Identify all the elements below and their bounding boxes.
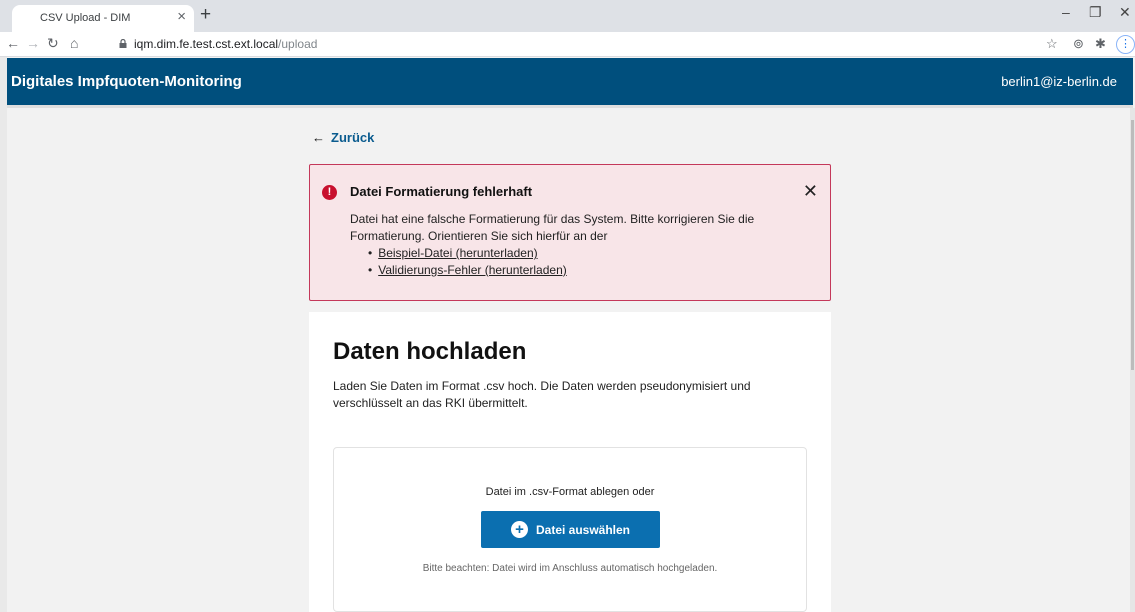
- list-item: Validierungs-Fehler (herunterladen): [368, 262, 790, 279]
- page-left-edge: [0, 57, 7, 612]
- browser-tab-strip: CSV Upload - DIM × + – ❐ ✕: [0, 0, 1135, 32]
- url-host: iqm.dim.fe.test.cst.ext.local: [134, 37, 279, 51]
- browser-menu-icon[interactable]: ⋮: [1116, 35, 1135, 54]
- tab-title: CSV Upload - DIM: [40, 12, 131, 24]
- extension-icon[interactable]: ⊚: [1073, 36, 1084, 52]
- address-bar: ← → ↻ ⌂ iqm.dim.fe.test.cst.ext.local/up…: [0, 32, 1135, 57]
- window-close-icon[interactable]: ✕: [1119, 4, 1131, 21]
- app-header: Digitales Impfquoten-Monitoring berlin1@…: [7, 58, 1133, 105]
- alert-body: Datei hat eine falsche Formatierung für …: [350, 211, 790, 279]
- select-file-label: Datei auswählen: [535, 522, 631, 537]
- arrow-left-icon: ←: [312, 130, 325, 145]
- browser-tab[interactable]: CSV Upload - DIM ×: [12, 5, 194, 32]
- new-tab-icon[interactable]: +: [200, 4, 211, 26]
- dropzone-text: Datei im .csv-Format ablegen oder: [485, 486, 655, 498]
- maximize-icon[interactable]: ❐: [1089, 4, 1102, 21]
- minimize-icon[interactable]: –: [1062, 4, 1070, 20]
- upload-description: Laden Sie Daten im Format .csv hoch. Die…: [333, 379, 751, 410]
- puzzle-extensions-icon[interactable]: ✱: [1095, 36, 1106, 52]
- file-dropzone[interactable]: Datei im .csv-Format ablegen oder + Date…: [333, 447, 807, 612]
- back-icon[interactable]: ←: [6, 35, 20, 51]
- back-link[interactable]: ← Zurück: [312, 130, 374, 145]
- error-alert: ! Datei Formatierung fehlerhaft ✕ Datei …: [309, 164, 831, 301]
- upload-card: Daten hochladen Laden Sie Daten im Forma…: [309, 312, 831, 612]
- header-shadow: [7, 105, 1133, 108]
- user-email[interactable]: berlin1@iz-berlin.de: [1001, 74, 1117, 89]
- example-file-download-link[interactable]: Beispiel-Datei (herunterladen): [378, 246, 537, 260]
- home-icon[interactable]: ⌂: [70, 35, 78, 51]
- close-icon[interactable]: ✕: [803, 181, 818, 202]
- app-title: Digitales Impfquoten-Monitoring: [11, 73, 242, 90]
- validation-errors-download-link[interactable]: Validierungs-Fehler (herunterladen): [378, 263, 567, 277]
- upload-note: Bitte beachten: Datei wird im Anschluss …: [422, 563, 718, 574]
- select-file-button[interactable]: + Datei auswählen: [481, 511, 660, 548]
- list-item: Beispiel-Datei (herunterladen): [368, 245, 790, 262]
- url-field[interactable]: iqm.dim.fe.test.cst.ext.local/upload: [134, 37, 317, 51]
- plus-circle-icon: +: [510, 521, 528, 538]
- error-icon: !: [322, 185, 337, 200]
- url-path: /upload: [278, 37, 318, 51]
- page-title: Daten hochladen: [333, 338, 527, 365]
- bookmark-star-icon[interactable]: ☆: [1046, 36, 1058, 52]
- alert-message: Datei hat eine falsche Formatierung für …: [350, 212, 755, 243]
- reload-icon[interactable]: ↻: [47, 35, 59, 52]
- alert-title: Datei Formatierung fehlerhaft: [350, 184, 533, 199]
- back-link-label: Zurück: [331, 130, 375, 145]
- lock-icon: [119, 39, 127, 48]
- forward-icon[interactable]: →: [26, 35, 40, 51]
- alert-link-list: Beispiel-Datei (herunterladen) Validieru…: [368, 245, 790, 279]
- scrollbar-thumb[interactable]: [1131, 120, 1134, 370]
- tab-close-icon[interactable]: ×: [177, 8, 186, 25]
